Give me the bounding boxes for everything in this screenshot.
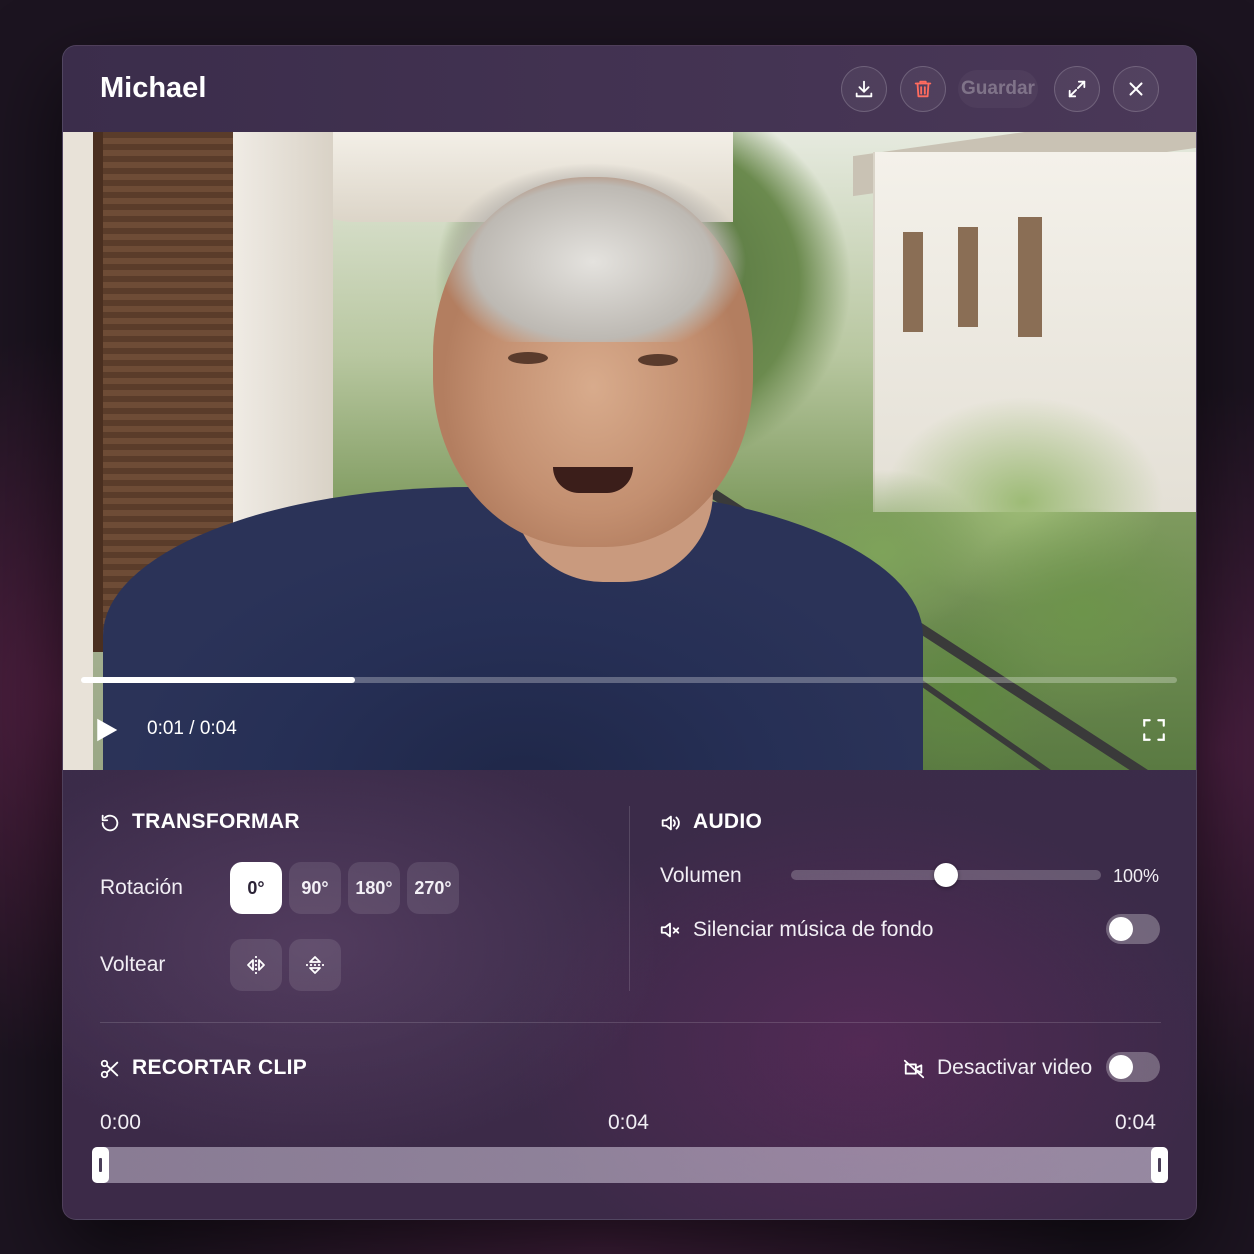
- rotation-option-2[interactable]: 180°: [348, 862, 400, 914]
- scissors-icon: [100, 1059, 119, 1079]
- rotate-icon: [101, 814, 119, 832]
- flip-horizontal-icon: [247, 956, 265, 974]
- delete-button[interactable]: [900, 66, 946, 112]
- trim-start-time: 0:00: [100, 1111, 141, 1134]
- volume-value: 100%: [1113, 866, 1160, 886]
- disable-video-toggle[interactable]: [1106, 1052, 1160, 1082]
- trim-title: RECORTAR CLIP: [132, 1056, 308, 1079]
- trash-icon: [914, 80, 932, 98]
- video-player[interactable]: 0:01 / 0:04: [63, 132, 1196, 770]
- trim-start-handle[interactable]: [92, 1147, 109, 1183]
- section-divider: [629, 806, 630, 991]
- playback-progress[interactable]: [81, 677, 1177, 683]
- trim-divider: [100, 1022, 1161, 1023]
- expand-icon: [1068, 80, 1086, 98]
- transform-title: TRANSFORMAR: [132, 810, 300, 833]
- trim-mid-time: 0:04: [608, 1111, 649, 1134]
- save-button[interactable]: Guardar: [958, 70, 1038, 108]
- rotation-label: Rotación: [100, 876, 183, 899]
- expand-button[interactable]: [1054, 66, 1100, 112]
- trim-timeline[interactable]: [92, 1147, 1168, 1183]
- playback-progress-fill: [81, 677, 355, 683]
- rotation-option-3[interactable]: 270°: [407, 862, 459, 914]
- modal-header: Michael Guardar: [63, 46, 1196, 132]
- mute-music-toggle[interactable]: [1106, 914, 1160, 944]
- fullscreen-icon[interactable]: [1141, 717, 1167, 743]
- flip-horizontal-button[interactable]: [230, 939, 282, 991]
- play-icon[interactable]: [91, 715, 121, 745]
- disable-video-label: Desactivar video: [937, 1056, 1093, 1079]
- modal-title: Michael: [100, 72, 207, 104]
- flip-vertical-icon: [306, 956, 324, 974]
- video-editor-modal: Michael Guardar 0:01 / 0:04 TRANSFORMAR …: [62, 45, 1197, 1220]
- flip-label: Voltear: [100, 953, 166, 976]
- audio-title: AUDIO: [693, 810, 763, 833]
- volume-label: Volumen: [660, 864, 742, 887]
- volume-slider[interactable]: [791, 863, 1101, 887]
- download-button[interactable]: [841, 66, 887, 112]
- trim-end-handle[interactable]: [1151, 1147, 1168, 1183]
- close-button[interactable]: [1113, 66, 1159, 112]
- download-icon: [855, 80, 873, 98]
- playback-time: 0:01 / 0:04: [147, 718, 237, 739]
- flip-vertical-button[interactable]: [289, 939, 341, 991]
- rotation-option-1[interactable]: 90°: [289, 862, 341, 914]
- video-off-icon: [903, 1059, 925, 1079]
- rotation-option-0[interactable]: 0°: [230, 862, 282, 914]
- close-icon: [1129, 82, 1143, 96]
- volume-slider-thumb[interactable]: [934, 863, 958, 887]
- speaker-icon: [661, 815, 680, 831]
- mute-icon: [660, 922, 680, 938]
- mute-music-label: Silenciar música de fondo: [693, 918, 934, 941]
- trim-end-time: 0:04: [1115, 1111, 1156, 1134]
